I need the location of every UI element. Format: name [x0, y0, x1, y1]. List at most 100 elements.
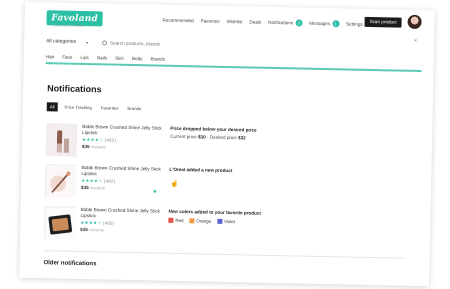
- category-tabs: Hair Face Lips Nails Skin Body Brands: [46, 54, 165, 61]
- category-tab-face[interactable]: Face: [62, 55, 72, 60]
- empty-star: ☆: [98, 178, 103, 184]
- notification-item[interactable]: Bobbi Brown Crushed Shine Jelly Stick Li…: [45, 123, 407, 165]
- current-price-value: $30: [197, 134, 206, 140]
- product-name[interactable]: Bobbi Brown Crushed Shine Jelly Stick Li…: [81, 165, 161, 179]
- review-count: (482): [104, 137, 117, 143]
- older-notifications-heading: Older notifications: [43, 260, 97, 268]
- notification-item[interactable]: Bobbi Brown Crushed Shine Jelly Stick Li…: [43, 206, 405, 248]
- category-tab-hair[interactable]: Hair: [46, 54, 55, 59]
- notifications-count-badge: 3: [295, 19, 303, 27]
- search-input[interactable]: [110, 40, 311, 50]
- chevron-down-icon: ▾: [86, 39, 89, 45]
- header-divider: [45, 62, 422, 73]
- notification-item[interactable]: Bobbi Brown Crushed Shine Jelly Stick Li…: [44, 164, 406, 206]
- section-divider: [43, 250, 406, 259]
- nav-settings[interactable]: Settings: [346, 21, 363, 26]
- swatch-label: Red: [175, 217, 184, 224]
- hand-cursor-icon: ☝: [170, 180, 179, 188]
- compact-powder-icon: [44, 207, 76, 240]
- review-count: (482): [103, 178, 116, 184]
- nav-wishlist[interactable]: Wishlist: [227, 19, 243, 24]
- product-price: $35 rewards: [80, 227, 160, 234]
- product-info: Bobbi Brown Crushed Shine Jelly Stick Li…: [81, 165, 162, 192]
- avatar[interactable]: [407, 14, 422, 30]
- empty-star: ☆: [97, 220, 102, 226]
- nav-label: Favorites: [200, 18, 220, 24]
- category-tab-lips[interactable]: Lips: [80, 55, 89, 60]
- notification-title: L'Oreal added a new product: [169, 166, 233, 174]
- swatch-red[interactable]: Red: [168, 217, 184, 224]
- nav-label: Wishlist: [226, 18, 243, 25]
- nav-messages[interactable]: Messages 1: [309, 20, 340, 28]
- nav-favorites[interactable]: Favorites: [201, 18, 220, 23]
- filter-all[interactable]: All: [46, 102, 58, 112]
- nav-label: Messages: [309, 20, 331, 27]
- swatch-violet[interactable]: Violet: [217, 218, 236, 225]
- nav-deals[interactable]: Deals: [249, 19, 261, 24]
- swatch-label: Orange: [196, 218, 212, 224]
- rewards-label: rewards: [89, 227, 105, 233]
- nav-notifications[interactable]: Notifications 3: [268, 19, 303, 27]
- main-nav: Recommended Favorites Wishlist Deals Not…: [163, 17, 363, 28]
- price-details: Current price $30 · Desired price $32: [170, 133, 246, 141]
- filter-price-tracking[interactable]: Price Tracking: [62, 104, 93, 112]
- product-name[interactable]: Bobbi Brown Crushed Shine Jelly Stick Li…: [80, 207, 160, 221]
- nav-label: Recommended: [162, 17, 194, 24]
- product-thumbnail[interactable]: [45, 123, 78, 157]
- notification-message: Price dropped below your desired price C…: [170, 126, 370, 143]
- category-tab-nails[interactable]: Nails: [97, 55, 107, 60]
- product-thumbnail[interactable]: [44, 164, 77, 198]
- heart-icon[interactable]: ♥: [153, 189, 157, 195]
- search-icon: [102, 39, 108, 45]
- desired-price-label: Desired price: [209, 134, 237, 141]
- brush-icon: [45, 165, 77, 198]
- price-value: $35: [80, 185, 89, 191]
- lipstick-icon: [46, 124, 78, 157]
- close-icon[interactable]: ×: [414, 38, 417, 44]
- color-swatches: Red Orange Violet: [168, 217, 368, 227]
- filter-brands[interactable]: Brands: [125, 105, 143, 112]
- swatch-color: [189, 218, 195, 224]
- swatch-orange[interactable]: Orange: [189, 218, 212, 224]
- page-title: Notifications: [47, 83, 102, 95]
- category-tab-body[interactable]: Body: [132, 56, 143, 61]
- product-info: Bobbi Brown Crushed Shine Jelly Stick Li…: [82, 124, 163, 151]
- filled-stars: ★★★★: [82, 137, 100, 143]
- nav-label: Settings: [346, 21, 363, 27]
- filled-stars: ★★★★: [81, 178, 99, 184]
- notification-message: New colors added to your favorite produc…: [168, 209, 368, 227]
- filled-stars: ★★★★: [80, 220, 98, 226]
- nav-label: Deals: [249, 19, 262, 25]
- category-tab-skin[interactable]: Skin: [115, 56, 124, 61]
- category-tab-brands[interactable]: Brands: [150, 56, 165, 61]
- product-thumbnail[interactable]: [43, 206, 76, 240]
- desired-price-value: $32: [238, 135, 246, 141]
- empty-star: ☆: [98, 137, 104, 143]
- rewards-label: rewards: [90, 144, 106, 150]
- review-count: (482): [102, 220, 115, 226]
- swatch-color: [217, 218, 223, 224]
- swatch-label: Violet: [224, 218, 236, 225]
- price-value: $35: [81, 144, 90, 150]
- product-name[interactable]: Bobbi Brown Crushed Shine Jelly Stick Li…: [82, 124, 162, 138]
- product-price: $35 rewards: [81, 185, 161, 192]
- product-info: Bobbi Brown Crushed Shine Jelly Stick Li…: [80, 207, 161, 234]
- search-row: All categories ▾ ×: [46, 36, 417, 54]
- swatch-color: [168, 217, 174, 223]
- scan-product-button[interactable]: Scan product: [364, 16, 402, 28]
- category-select-value: All categories: [46, 38, 77, 45]
- logo-text: Favoland: [51, 12, 99, 24]
- category-select[interactable]: All categories ▾: [46, 38, 88, 45]
- current-price-label: Current price: [170, 133, 197, 140]
- app-window: Favoland LOOK GOOD · FEEL GOOD Recommend…: [19, 1, 435, 287]
- filter-favorites[interactable]: Favorites: [99, 104, 121, 111]
- notification-filters: All Price Tracking Favorites Brands: [46, 102, 143, 113]
- nav-recommended[interactable]: Recommended: [163, 18, 194, 24]
- messages-count-badge: 1: [332, 20, 340, 28]
- rewards-label: rewards: [89, 185, 105, 191]
- logo-tagline: LOOK GOOD · FEEL GOOD: [52, 24, 85, 28]
- notification-message: L'Oreal added a new product: [169, 167, 369, 176]
- price-value: $35: [80, 227, 88, 233]
- nav-label: Notifications: [268, 19, 294, 26]
- notification-title: New colors added to your favorite produc…: [168, 208, 262, 216]
